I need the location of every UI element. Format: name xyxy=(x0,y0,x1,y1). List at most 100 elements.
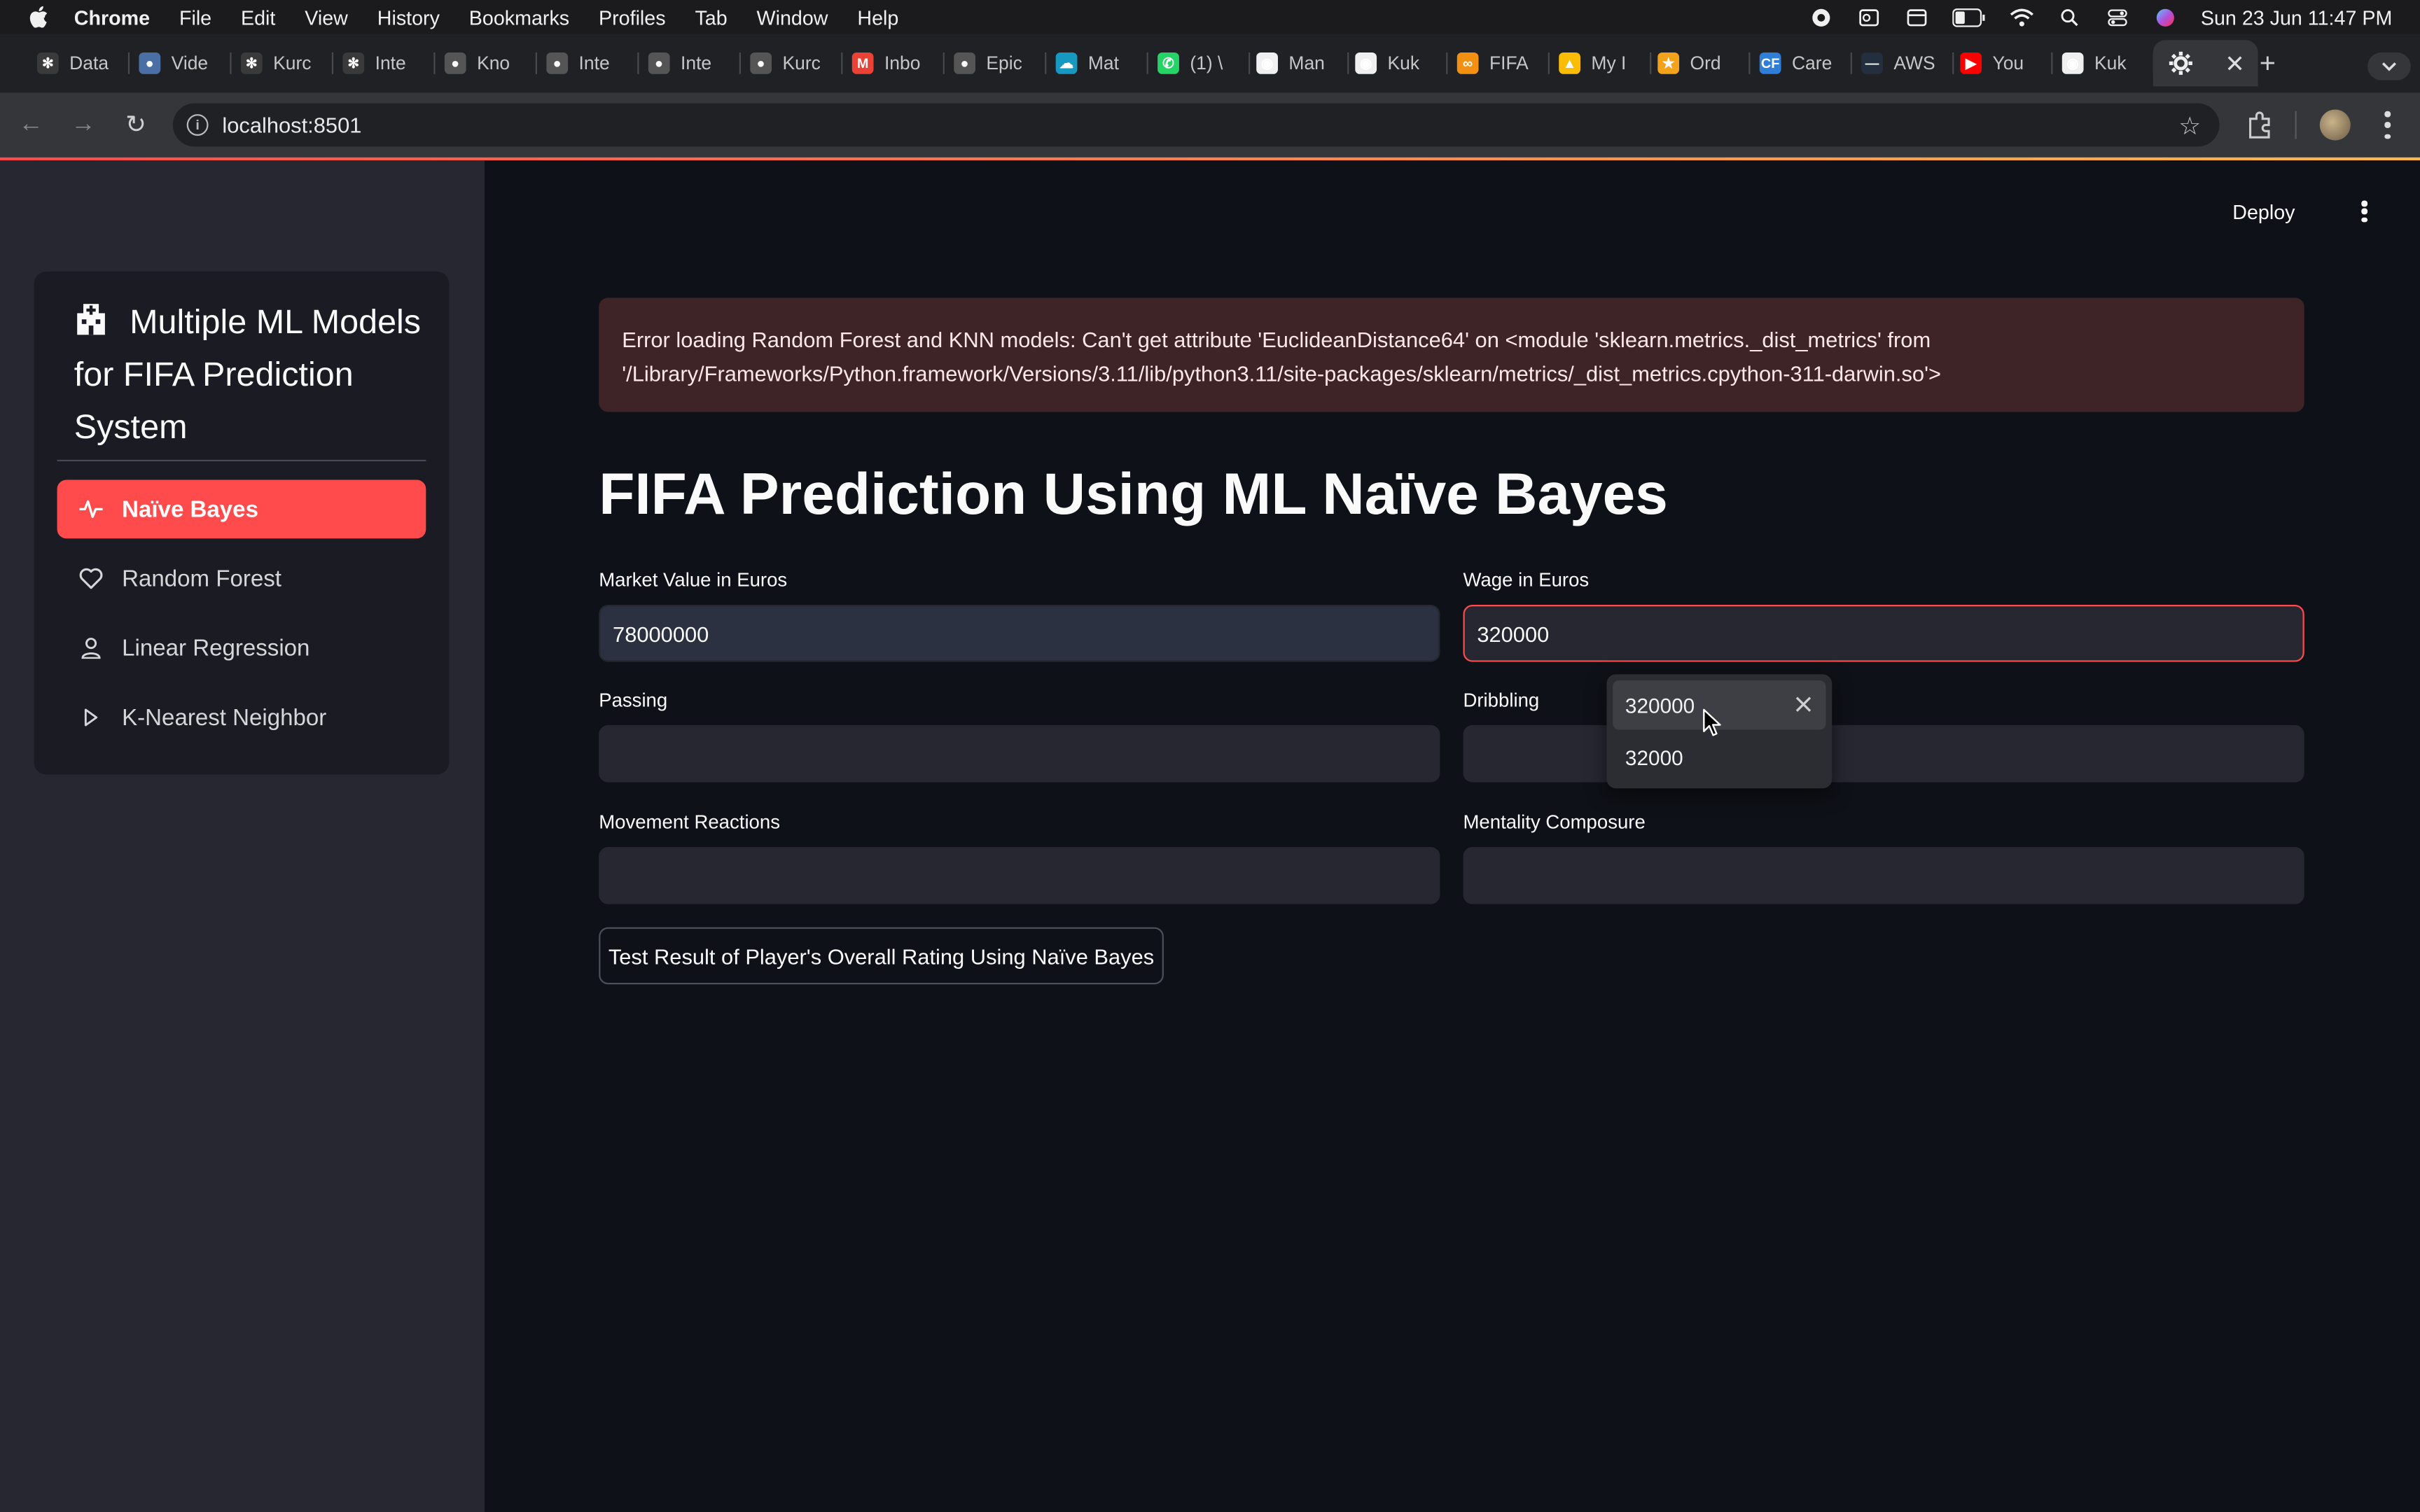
new-tab-plus-icon[interactable]: + xyxy=(2260,48,2276,80)
browser-tab[interactable]: ● Inte xyxy=(648,46,741,80)
browser-tab[interactable]: ● Vide xyxy=(139,46,232,80)
browser-tab[interactable]: ● Kurc xyxy=(750,46,843,80)
browser-tab[interactable]: ★ Ord xyxy=(1657,46,1751,80)
menubar-clock[interactable]: Sun 23 Jun 11:47 PM xyxy=(2201,6,2392,29)
record-icon[interactable] xyxy=(1809,7,1833,27)
back-arrow-icon[interactable]: ← xyxy=(15,109,46,140)
spotlight-search-icon[interactable] xyxy=(2057,7,2082,27)
globe-icon: ● xyxy=(648,52,670,74)
menu-file[interactable]: File xyxy=(179,6,211,29)
passing-input[interactable] xyxy=(599,724,1440,783)
browser-tab[interactable]: ◉ Kuk xyxy=(1355,46,1448,80)
apple-icon[interactable] xyxy=(28,6,50,28)
tab-separator xyxy=(1850,52,1852,74)
sidebar-item-k-nearest-neighbor[interactable]: K-Nearest Neighbor xyxy=(57,688,426,747)
wifi-icon[interactable] xyxy=(2010,7,2034,27)
whatsapp-icon: ✆ xyxy=(1157,52,1179,74)
reload-icon[interactable]: ↻ xyxy=(120,109,151,140)
browser-tab-label: Mat xyxy=(1087,52,1120,74)
sidebar-item-naive-bayes[interactable]: Naïve Bayes xyxy=(57,479,426,539)
browser-tab-label: Inte xyxy=(681,52,712,74)
wage-label: Wage in Euros xyxy=(1463,569,1590,592)
drive-icon: ▲ xyxy=(1559,52,1580,74)
control-center-icon[interactable] xyxy=(2105,7,2129,27)
menu-help[interactable]: Help xyxy=(857,6,898,29)
close-tab-icon[interactable] xyxy=(2227,55,2243,71)
aws-icon: — xyxy=(1861,52,1884,74)
siri-icon[interactable] xyxy=(2153,7,2178,27)
bookmark-star-icon[interactable]: ☆ xyxy=(2178,111,2201,142)
browser-tab-label: Inte xyxy=(375,52,406,74)
browser-tab[interactable]: ● Inte xyxy=(546,46,639,80)
sidebar-item-linear-regression[interactable]: Linear Regression xyxy=(57,619,426,678)
sidebar-item-label: Linear Regression xyxy=(122,634,310,662)
menu-window[interactable]: Window xyxy=(757,6,828,29)
browser-tab[interactable]: ● Epic xyxy=(954,46,1047,80)
movement-reactions-label: Movement Reactions xyxy=(599,811,781,834)
wage-input[interactable]: 320000 xyxy=(1463,605,2304,662)
autocomplete-option[interactable]: 32000 xyxy=(1613,733,1826,783)
menu-view[interactable]: View xyxy=(305,6,348,29)
browser-tab[interactable]: ✻ Kurc xyxy=(240,46,334,80)
browser-tab[interactable]: ☁ Mat xyxy=(1055,46,1148,80)
browser-tab-label: Kurc xyxy=(782,52,821,74)
browser-tab[interactable]: ▶ You xyxy=(1960,46,2053,80)
browser-tab[interactable]: ✆ (1) \ xyxy=(1157,46,1251,80)
globe-icon: ● xyxy=(546,52,569,74)
battery-icon[interactable] xyxy=(1952,7,1986,27)
autocomplete-option-text: 320000 xyxy=(1625,693,1695,717)
browser-tab[interactable]: — AWS xyxy=(1861,46,1954,80)
browser-tab[interactable]: ● Kno xyxy=(444,46,538,80)
salesforce-icon: ☁ xyxy=(1055,52,1078,74)
browser-tab[interactable]: M Inbo xyxy=(851,46,945,80)
browser-tab[interactable]: ▲ My I xyxy=(1559,46,1652,80)
site-info-icon[interactable]: i xyxy=(186,114,209,136)
macos-menubar: Chrome File Edit View History Bookmarks … xyxy=(0,0,2420,34)
tab-separator xyxy=(739,52,741,74)
browser-tab-label: Kuk xyxy=(2094,52,2127,74)
deploy-button[interactable]: Deploy xyxy=(2232,201,2295,224)
predict-button[interactable]: Test Result of Player's Overall Rating U… xyxy=(599,927,1164,985)
github-icon: ◉ xyxy=(1355,52,1377,74)
browser-tab[interactable]: ◉ Man xyxy=(1256,46,1349,80)
browser-tab-label: My I xyxy=(1591,52,1627,74)
menu-edit[interactable]: Edit xyxy=(241,6,275,29)
menu-tab[interactable]: Tab xyxy=(695,6,727,29)
menu-app-name[interactable]: Chrome xyxy=(74,6,150,29)
browser-tab[interactable]: ∞ FIFA xyxy=(1456,46,1550,80)
browser-tab[interactable]: CF Care xyxy=(1759,46,1852,80)
mentality-composure-input[interactable] xyxy=(1463,847,2304,904)
address-bar[interactable]: i localhost:8501 ☆ xyxy=(172,103,2220,147)
tab-separator xyxy=(1650,52,1652,74)
main-menu-kebab-icon[interactable] xyxy=(2352,197,2377,225)
remove-suggestion-close-icon[interactable] xyxy=(1793,694,1814,715)
profile-avatar[interactable] xyxy=(2319,109,2351,141)
app-main: Deploy Error loading Random Forest and K… xyxy=(485,160,2420,1512)
tab-separator xyxy=(1146,52,1148,74)
sidebar-item-random-forest[interactable]: Random Forest xyxy=(57,550,426,608)
dribbling-input[interactable] xyxy=(1463,724,2304,783)
forward-arrow-icon[interactable]: → xyxy=(68,109,99,140)
browser-tab[interactable]: ◉ Kuk xyxy=(2061,46,2155,80)
youtube-icon: ▶ xyxy=(1960,52,1982,74)
menu-bookmarks[interactable]: Bookmarks xyxy=(469,6,569,29)
address-url[interactable]: localhost:8501 xyxy=(222,113,361,137)
browser-tab[interactable]: ✻ Data xyxy=(36,46,130,80)
movement-reactions-input[interactable] xyxy=(599,847,1440,904)
menu-history[interactable]: History xyxy=(377,6,440,29)
openai-icon: ✻ xyxy=(240,52,263,74)
tab-search-chevron-icon[interactable] xyxy=(2367,52,2411,80)
market-value-input[interactable]: 78000000 xyxy=(599,605,1440,662)
browser-tab-label: AWS xyxy=(1893,52,1935,74)
gmail-icon: M xyxy=(851,52,874,74)
heart-icon xyxy=(78,566,103,591)
tab-active-streamlit[interactable] xyxy=(2153,40,2258,87)
extensions-puzzle-icon[interactable] xyxy=(2246,111,2274,139)
chrome-menu-icon[interactable] xyxy=(2383,111,2392,139)
calendar-icon[interactable] xyxy=(1905,7,1929,27)
tab-separator xyxy=(841,52,843,74)
browser-tab-label: Data xyxy=(69,52,109,74)
browser-tab[interactable]: ✻ Inte xyxy=(342,46,436,80)
menu-profiles[interactable]: Profiles xyxy=(599,6,666,29)
outlook-icon[interactable] xyxy=(1856,7,1881,27)
